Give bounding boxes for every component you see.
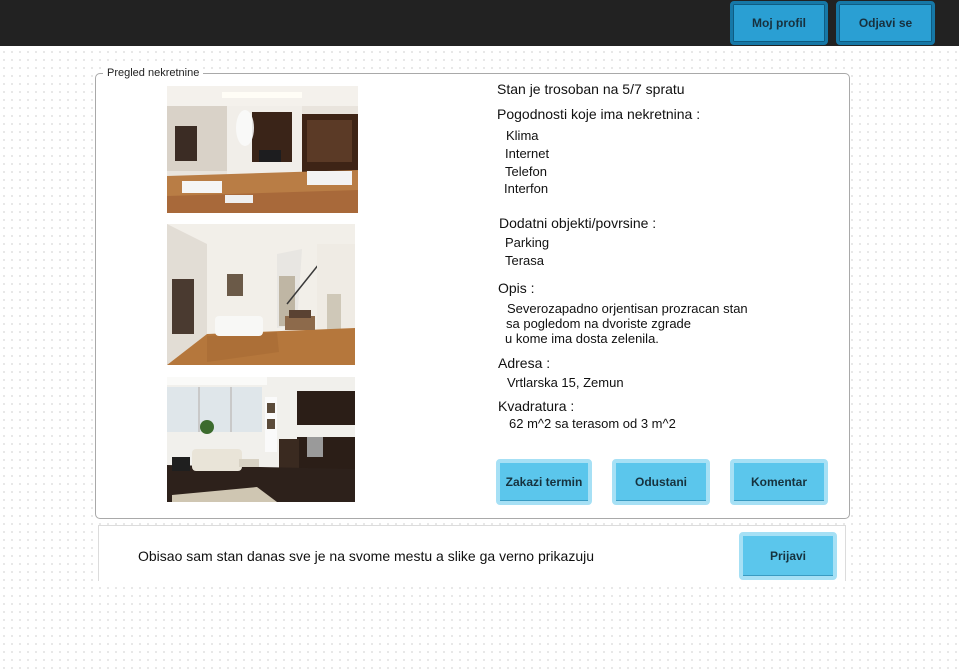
comment-text: Obisao sam stan danas sve je na svome me… [138,548,595,564]
cancel-button[interactable]: Odustani [612,459,710,505]
amenities-title: Pogodnosti koje ima nekretnina : [497,106,701,122]
description-line: u kome ima dosta zelenila. [505,331,659,346]
panel-legend: Pregled nekretnine [103,67,204,79]
property-photo-kitchen[interactable] [167,377,355,502]
area-value: 62 m^2 sa terasom od 3 m^2 [509,416,676,431]
schedule-appointment-button[interactable]: Zakazi termin [496,459,592,505]
comment-button[interactable]: Komentar [730,459,828,505]
kitchen-image [167,377,355,502]
description-line: sa pogledom na dvoriste zgrade [506,316,692,331]
property-photo-living-room[interactable] [167,86,358,213]
report-comment-button[interactable]: Prijavi [739,532,837,580]
description-line: Severozapadno orjentisan prozracan stan [507,301,748,316]
amenity-item: Klima [506,128,539,143]
living-room-image [167,86,358,213]
my-profile-button[interactable]: Moj profil [730,1,828,45]
address-value: Vrtlarska 15, Zemun [507,375,624,390]
description-title: Opis : [498,280,535,296]
extra-item: Parking [505,235,550,250]
amenity-item: Telefon [505,164,547,179]
logout-button[interactable]: Odjavi se [836,1,935,45]
address-title: Adresa : [498,355,551,371]
lounge-image [167,224,355,365]
amenity-item: Interfon [504,181,549,196]
property-photo-lounge[interactable] [167,224,355,365]
area-title: Kvadratura : [498,398,575,414]
property-headline: Stan je trosoban na 5/7 spratu [497,81,685,97]
extras-title: Dodatni objekti/povrsine : [499,215,657,231]
amenity-item: Internet [505,146,550,161]
extra-item: Terasa [505,253,545,268]
